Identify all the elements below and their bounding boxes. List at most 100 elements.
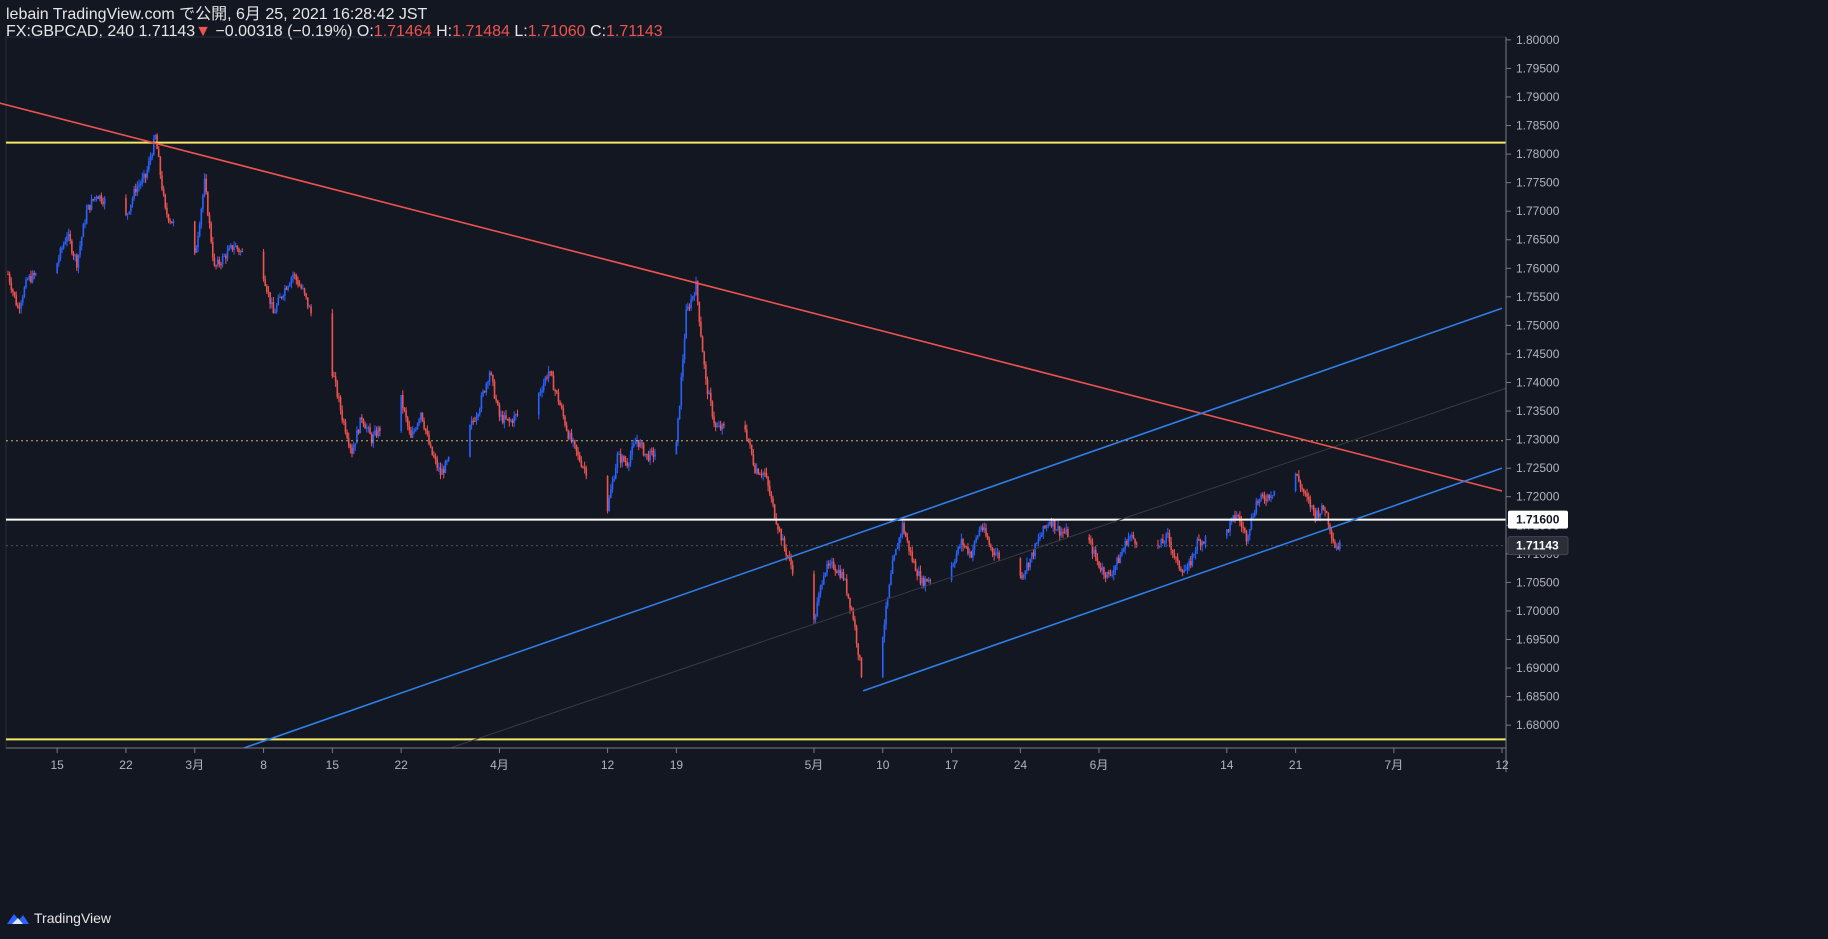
candle-body — [370, 434, 373, 444]
candle-body — [1103, 567, 1105, 575]
price-chart[interactable]: 1.80000 1.79500 1.79000 1.78500 1.78000 1.775… — [0, 0, 1828, 939]
candle-body — [223, 255, 226, 257]
candle-body — [172, 221, 175, 224]
candle-body — [351, 447, 353, 454]
candle-body — [334, 376, 337, 382]
candle-body — [67, 233, 70, 237]
candle-body — [1162, 539, 1164, 544]
x-tick-label: 21 — [1289, 758, 1303, 772]
candle-body — [855, 626, 858, 644]
candle-body — [338, 396, 340, 398]
candle-body — [1260, 494, 1262, 499]
candle-body — [441, 469, 443, 475]
candle-body — [364, 424, 366, 429]
candle-body — [927, 579, 930, 582]
candle-body — [35, 273, 37, 275]
candle-body — [143, 173, 145, 178]
candle-body — [1035, 542, 1038, 544]
candle-body — [754, 464, 756, 474]
candle-body — [64, 241, 67, 245]
candle-body — [860, 657, 863, 677]
y-tick-label: 1.79000 — [1516, 90, 1560, 104]
candle-body — [1112, 569, 1115, 575]
candle-body — [513, 415, 515, 424]
candle-body — [357, 430, 360, 434]
candle-body — [487, 381, 489, 384]
y-tick-label: 1.76000 — [1516, 261, 1560, 275]
candle-body — [205, 178, 208, 193]
candle-body — [267, 291, 270, 293]
candle-body — [1060, 531, 1063, 536]
candle-body — [642, 443, 645, 456]
candle-body — [1301, 487, 1303, 490]
candle-body — [207, 192, 209, 216]
candle-body — [149, 157, 152, 162]
candle-body — [303, 288, 306, 294]
candle-body — [285, 287, 288, 290]
candle-body — [1229, 522, 1231, 532]
candle-body — [1266, 494, 1269, 501]
candle-body — [218, 259, 221, 265]
candle-body — [831, 561, 833, 563]
candle-body — [59, 248, 62, 259]
candle-body — [1240, 521, 1243, 527]
footer-brand[interactable]: TradingView — [6, 910, 111, 926]
candle-body — [783, 537, 786, 549]
candle-body — [472, 420, 475, 422]
candle-body — [146, 169, 149, 178]
candle-body — [859, 655, 861, 658]
candle-body — [998, 552, 1000, 559]
candle-body — [403, 408, 406, 411]
candle-body — [899, 534, 902, 538]
candle-body — [92, 199, 94, 201]
candle-body — [1311, 505, 1313, 508]
candle-body — [202, 195, 204, 209]
candle-body — [1093, 550, 1095, 554]
candle-body — [836, 571, 838, 574]
candle-body — [354, 443, 357, 447]
candle-body — [1058, 526, 1061, 536]
candle-body — [919, 571, 922, 584]
candle-body — [849, 597, 851, 609]
candle-body — [1321, 505, 1323, 514]
candle-body — [1185, 569, 1187, 571]
x-tick-label: 4月 — [490, 758, 509, 772]
candle-body — [1130, 534, 1133, 537]
candle-body — [1307, 496, 1310, 500]
candle-body — [639, 442, 642, 447]
candle-body — [15, 295, 17, 306]
candle-body — [929, 579, 932, 581]
candle-body — [962, 539, 964, 546]
candle-body — [818, 593, 820, 603]
candle-body — [474, 420, 476, 422]
candle-body — [881, 637, 884, 677]
candle-body — [66, 236, 68, 242]
candle-body — [647, 454, 650, 461]
candle-body — [1204, 536, 1207, 544]
x-tick-label: 8 — [260, 758, 267, 772]
candle-body — [618, 453, 620, 455]
x-tick-label: 3月 — [185, 758, 204, 772]
x-tick-label: 24 — [1014, 758, 1028, 772]
candle-body — [703, 352, 706, 365]
price-label-text: 1.71143 — [1516, 539, 1559, 553]
candle-body — [298, 285, 301, 287]
candle-body — [33, 272, 36, 275]
candle-body — [152, 138, 155, 155]
candle-body — [1091, 542, 1094, 554]
candle-body — [220, 264, 222, 266]
candle-body — [331, 313, 334, 377]
candle-body — [762, 472, 764, 476]
candle-body — [980, 526, 982, 530]
candle-body — [23, 287, 26, 298]
candle-body — [266, 285, 268, 292]
candle-body — [1021, 575, 1023, 579]
candle-body — [539, 392, 542, 394]
candle-body — [574, 440, 576, 445]
candle-body — [850, 608, 853, 610]
candle-body — [896, 548, 899, 550]
candle-body — [1232, 515, 1235, 519]
candle-body — [629, 455, 632, 464]
candle-body — [74, 255, 76, 257]
candle-body — [516, 414, 519, 416]
